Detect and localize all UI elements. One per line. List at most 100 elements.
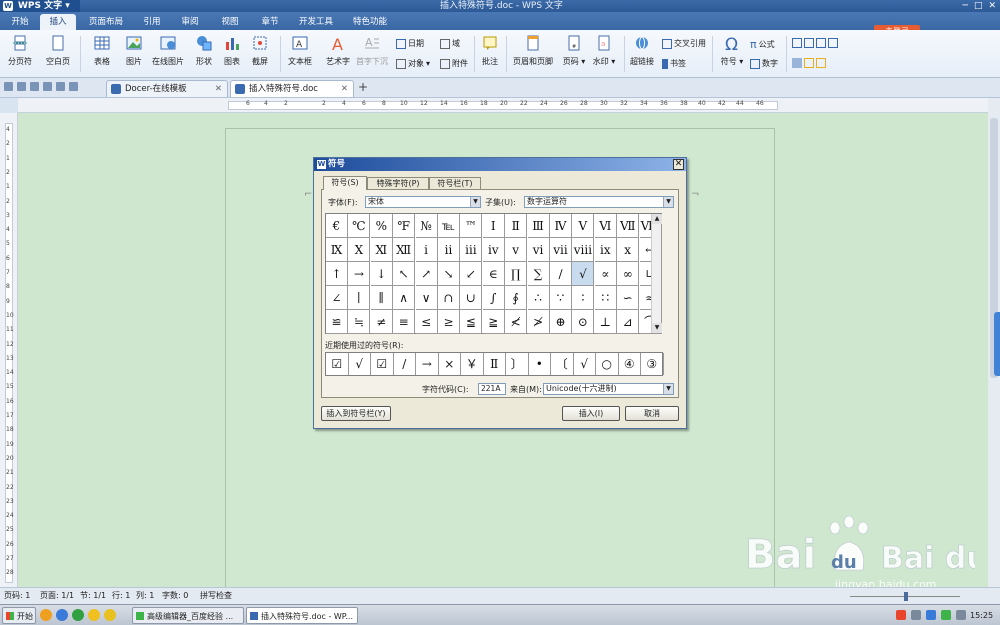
- symbol-cell[interactable]: ⅶ: [550, 238, 572, 262]
- spell-check-toggle[interactable]: 拼写检查: [200, 588, 232, 604]
- symbol-cell[interactable]: ≒: [348, 310, 371, 334]
- preview-icon[interactable]: [43, 82, 52, 91]
- dialog-close-button[interactable]: ✕: [673, 159, 684, 170]
- symbol-cell[interactable]: ⊕: [550, 310, 572, 334]
- listbox-control-icon[interactable]: [828, 38, 838, 48]
- watermark-button[interactable]: a 水印 ▾: [586, 34, 622, 67]
- scroll-up-icon[interactable]: ▲: [652, 214, 662, 224]
- symbol-cell[interactable]: √: [572, 262, 595, 286]
- zoom-knob[interactable]: [904, 592, 908, 601]
- symbol-cell[interactable]: ∕: [550, 262, 572, 286]
- symbol-cell[interactable]: Ⅰ: [482, 214, 505, 238]
- recent-symbol-cell[interactable]: ￥: [461, 353, 484, 375]
- symbol-cell[interactable]: ℡: [438, 214, 460, 238]
- redo-icon[interactable]: [69, 82, 78, 91]
- symbol-cell[interactable]: №: [415, 214, 438, 238]
- symbol-cell[interactable]: Ⅹ: [348, 238, 371, 262]
- chevron-down-icon[interactable]: ▼: [470, 197, 480, 207]
- encoding-select[interactable]: Unicode(十六进制) ▼: [543, 383, 674, 395]
- insert-to-symbol-bar-button[interactable]: 插入到符号栏(Y): [321, 406, 391, 421]
- symbol-cell[interactable]: ⅸ: [594, 238, 617, 262]
- 360-browser-icon[interactable]: [72, 609, 84, 621]
- symbol-cell[interactable]: ∪: [460, 286, 483, 310]
- symbol-cell[interactable]: ↙: [460, 262, 483, 286]
- undo-icon[interactable]: [56, 82, 65, 91]
- recent-symbol-cell[interactable]: ○: [596, 353, 619, 375]
- symbol-cell[interactable]: ↓: [370, 262, 393, 286]
- symbol-cell[interactable]: ↖: [393, 262, 416, 286]
- tab-symbol-bar[interactable]: 符号栏(T): [429, 177, 481, 189]
- task-wps-document[interactable]: 插入特殊符号.doc - WP...: [246, 607, 358, 624]
- hyperlink-button[interactable]: 超链接: [624, 34, 660, 67]
- symbol-cell[interactable]: ≧: [482, 310, 505, 334]
- close-tab-icon[interactable]: ✕: [215, 81, 222, 98]
- char-code-input[interactable]: 221A: [478, 383, 506, 395]
- tray-network-icon[interactable]: [926, 610, 936, 620]
- symbol-cell[interactable]: €: [326, 214, 348, 238]
- recent-symbol-cell[interactable]: →: [416, 353, 439, 375]
- font-select[interactable]: 宋体 ▼: [365, 196, 481, 208]
- tab-special-characters[interactable]: 特殊字符(P): [367, 177, 429, 189]
- recent-symbol-cell[interactable]: √: [574, 353, 596, 375]
- lock-icon[interactable]: [816, 58, 826, 68]
- qq-icon[interactable]: [88, 609, 100, 621]
- tab-chapter[interactable]: 章节: [252, 14, 288, 30]
- symbol-cell[interactable]: ℉: [393, 214, 416, 238]
- recent-symbol-cell[interactable]: ×: [439, 353, 461, 375]
- symbol-cell[interactable]: ↘: [438, 262, 460, 286]
- side-panel-tab[interactable]: [994, 312, 1000, 376]
- recent-symbol-cell[interactable]: ④: [619, 353, 641, 375]
- page-break-button[interactable]: 分页符: [2, 34, 38, 67]
- symbol-grid-scrollbar[interactable]: ▲ ▼: [651, 214, 662, 333]
- tab-docer-templates[interactable]: Docer-在线模板 ✕: [106, 80, 228, 97]
- screenshot-button[interactable]: 截屏: [242, 34, 278, 67]
- tray-volume-icon[interactable]: [956, 610, 966, 620]
- zoom-slider[interactable]: [840, 592, 970, 601]
- symbol-cell[interactable]: ⅴ: [505, 238, 528, 262]
- tab-features[interactable]: 特色功能: [346, 14, 394, 30]
- tab-developer[interactable]: 开发工具: [292, 14, 340, 30]
- symbol-cell[interactable]: ≠: [370, 310, 393, 334]
- tab-review[interactable]: 审阅: [172, 14, 208, 30]
- tab-insert[interactable]: 插入: [40, 14, 76, 30]
- symbol-cell[interactable]: Ⅳ: [550, 214, 572, 238]
- wordart-button[interactable]: A 艺术字: [320, 34, 356, 67]
- save-icon[interactable]: [17, 82, 26, 91]
- tab-home[interactable]: 开始: [4, 14, 36, 30]
- symbol-cell[interactable]: ⊥: [594, 310, 617, 334]
- symbol-cell[interactable]: Ⅱ: [505, 214, 528, 238]
- picture-button[interactable]: 图片: [116, 34, 152, 67]
- close-tab-icon[interactable]: ✕: [341, 81, 348, 98]
- open-icon[interactable]: [4, 82, 13, 91]
- symbol-cell[interactable]: →: [348, 262, 371, 286]
- tray-help-icon[interactable]: [911, 610, 921, 620]
- print-icon[interactable]: [30, 82, 39, 91]
- recent-symbol-cell[interactable]: Ⅱ: [484, 353, 506, 375]
- symbol-cell[interactable]: ∵: [550, 286, 572, 310]
- symbol-cell[interactable]: Ⅺ: [370, 238, 393, 262]
- recent-symbols-row[interactable]: ☑ √ ☑ / → × ￥ Ⅱ 〕 • 〔 √ ○ ④ ③: [325, 352, 664, 376]
- object-button[interactable]: 对象 ▾: [396, 58, 430, 69]
- symbol-cell[interactable]: ∣: [348, 286, 371, 310]
- field-button[interactable]: 域: [440, 38, 460, 49]
- symbol-cell[interactable]: ⅵ: [527, 238, 550, 262]
- blank-page-button[interactable]: 空白页: [40, 34, 76, 67]
- online-picture-button[interactable]: 在线图片: [150, 34, 186, 67]
- symbol-cell[interactable]: ∧: [393, 286, 416, 310]
- chevron-down-icon[interactable]: ▼: [663, 384, 673, 394]
- symbol-cell[interactable]: ≌: [326, 310, 348, 334]
- task-browser-editor[interactable]: 高级编辑器_百度经验 ...: [132, 607, 244, 624]
- symbol-cell[interactable]: ∷: [594, 286, 617, 310]
- symbol-cell[interactable]: ⅹ: [617, 238, 640, 262]
- symbol-cell[interactable]: ∥: [370, 286, 393, 310]
- tab-page-layout[interactable]: 页面布局: [82, 14, 130, 30]
- tab-symbols[interactable]: 符号(S): [323, 176, 367, 190]
- symbol-cell[interactable]: ∫: [482, 286, 505, 310]
- symbol-cell[interactable]: ∶: [572, 286, 595, 310]
- symbol-cell[interactable]: ↑: [326, 262, 348, 286]
- symbol-cell[interactable]: ⅳ: [482, 238, 505, 262]
- design-mode-icon[interactable]: [792, 58, 802, 68]
- recent-symbol-cell[interactable]: ☑: [371, 353, 394, 375]
- symbol-cell[interactable]: ≮: [505, 310, 528, 334]
- symbol-cell[interactable]: ≡: [393, 310, 416, 334]
